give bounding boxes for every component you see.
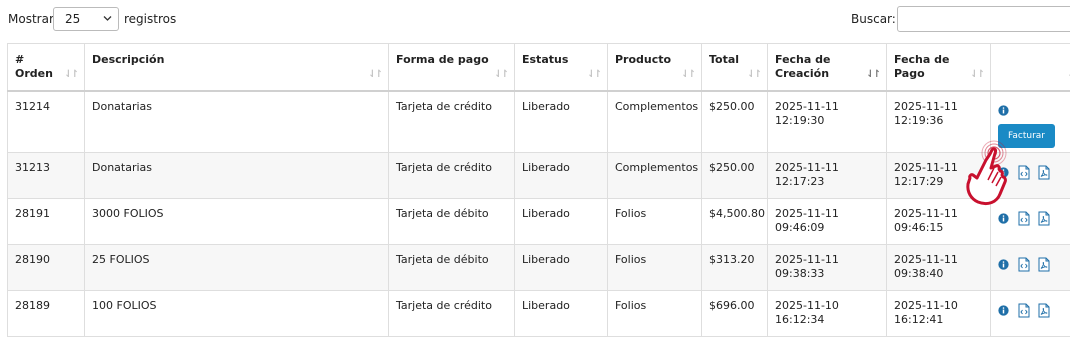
cell-fecha-creacion: 2025-11-11 09:38:33 bbox=[768, 245, 887, 291]
cell-fecha-creacion: 2025-11-11 12:17:23 bbox=[768, 153, 887, 199]
facturar-button[interactable]: Facturar bbox=[998, 124, 1055, 148]
pdf-file-icon[interactable] bbox=[1038, 165, 1050, 180]
sort-icon: ⇃↾ bbox=[681, 68, 694, 82]
info-circle-icon[interactable] bbox=[998, 213, 1009, 224]
cell-forma-pago: Tarjeta de débito bbox=[389, 199, 515, 245]
cell-estatus: Liberado bbox=[515, 91, 608, 153]
table-controls: Mostrar 25 registros Buscar: bbox=[0, 0, 1070, 40]
cell-descripcion: Donatarias bbox=[85, 153, 389, 199]
sort-icon: ⇃↾ bbox=[494, 68, 507, 82]
column-header-orden[interactable]: # Orden⇃↾ bbox=[8, 44, 85, 91]
info-circle-icon[interactable] bbox=[998, 259, 1009, 270]
cell-producto: Folios bbox=[608, 245, 702, 291]
cell-estatus: Liberado bbox=[515, 245, 608, 291]
cell-descripcion: 3000 FOLIOS bbox=[85, 199, 389, 245]
info-circle-icon[interactable] bbox=[998, 105, 1009, 116]
cell-total: $250.00 bbox=[702, 153, 768, 199]
pdf-file-icon[interactable] bbox=[1038, 257, 1050, 272]
column-header-descripcion[interactable]: Descripción⇃↾ bbox=[85, 44, 389, 91]
cell-total: $313.20 bbox=[702, 245, 768, 291]
cell-fecha-pago: 2025-11-11 12:17:29 bbox=[887, 153, 991, 199]
sort-icon: ⇃↾ bbox=[368, 68, 381, 82]
show-entries-label: Mostrar bbox=[8, 12, 54, 26]
cell-total: $4,500.80 bbox=[702, 199, 768, 245]
column-header-total[interactable]: Total⇃↾ bbox=[702, 44, 768, 91]
xml-file-icon[interactable] bbox=[1018, 257, 1030, 272]
sort-icon: ⇃↾ bbox=[970, 68, 983, 82]
info-circle-icon[interactable] bbox=[998, 167, 1009, 178]
pdf-file-icon[interactable] bbox=[1038, 303, 1050, 318]
table-row: 31213 Donatarias Tarjeta de crédito Libe… bbox=[8, 153, 1070, 199]
cell-fecha-creacion: 2025-11-11 12:19:30 bbox=[768, 91, 887, 153]
column-header-estatus[interactable]: Estatus⇃↾ bbox=[515, 44, 608, 91]
table-row: 28191 3000 FOLIOS Tarjeta de débito Libe… bbox=[8, 199, 1070, 245]
sort-icon: ⇃↾ bbox=[64, 68, 77, 82]
orders-table: # Orden⇃↾ Descripción⇃↾ Forma de pago⇃↾ … bbox=[7, 43, 1070, 337]
column-header-fecha-creacion[interactable]: Fecha de Creación⇃↾ bbox=[768, 44, 887, 91]
column-header-acciones[interactable]: ⇃↾ bbox=[991, 44, 1070, 91]
column-header-forma-pago[interactable]: Forma de pago⇃↾ bbox=[389, 44, 515, 91]
cell-fecha-pago: 2025-11-11 09:38:40 bbox=[887, 245, 991, 291]
sort-icon: ⇃↾ bbox=[747, 68, 760, 82]
xml-file-icon[interactable] bbox=[1018, 303, 1030, 318]
cell-estatus: Liberado bbox=[515, 153, 608, 199]
sort-icon: ⇃↾ bbox=[587, 68, 600, 82]
pdf-file-icon[interactable] bbox=[1038, 211, 1050, 226]
cell-forma-pago: Tarjeta de débito bbox=[389, 245, 515, 291]
cell-acciones bbox=[991, 199, 1070, 245]
cell-fecha-creacion: 2025-11-11 09:46:09 bbox=[768, 199, 887, 245]
chevron-down-icon bbox=[103, 15, 112, 22]
cell-estatus: Liberado bbox=[515, 199, 608, 245]
xml-file-icon[interactable] bbox=[1018, 165, 1030, 180]
cell-fecha-pago: 2025-11-11 09:46:15 bbox=[887, 199, 991, 245]
column-header-producto[interactable]: Producto⇃↾ bbox=[608, 44, 702, 91]
cell-fecha-pago: 2025-11-11 12:19:36 bbox=[887, 91, 991, 153]
cell-acciones bbox=[991, 153, 1070, 199]
cell-producto: Complementos bbox=[608, 91, 702, 153]
table-row: 31214 Donatarias Tarjeta de crédito Libe… bbox=[8, 91, 1070, 153]
search-label: Buscar: bbox=[851, 12, 896, 26]
cell-total: $250.00 bbox=[702, 91, 768, 153]
table-header-row: # Orden⇃↾ Descripción⇃↾ Forma de pago⇃↾ … bbox=[8, 44, 1070, 91]
page-size-select[interactable]: 25 bbox=[53, 7, 119, 31]
cell-acciones: Facturar bbox=[991, 91, 1070, 153]
cell-descripcion: 25 FOLIOS bbox=[85, 245, 389, 291]
cell-forma-pago: Tarjeta de crédito bbox=[389, 153, 515, 199]
cell-orden: 28190 bbox=[8, 245, 85, 291]
cell-orden: 31213 bbox=[8, 153, 85, 199]
sort-desc-icon: ⇃↾ bbox=[866, 68, 879, 82]
info-circle-icon[interactable] bbox=[998, 305, 1009, 316]
records-label: registros bbox=[124, 12, 176, 26]
table-row: 28190 25 FOLIOS Tarjeta de débito Libera… bbox=[8, 245, 1070, 291]
cell-descripcion: Donatarias bbox=[85, 91, 389, 153]
cell-producto: Complementos bbox=[608, 153, 702, 199]
xml-file-icon[interactable] bbox=[1018, 211, 1030, 226]
cell-orden: 31214 bbox=[8, 91, 85, 153]
cell-orden: 28191 bbox=[8, 199, 85, 245]
cell-forma-pago: Tarjeta de crédito bbox=[389, 91, 515, 153]
column-header-fecha-pago[interactable]: Fecha de Pago⇃↾ bbox=[887, 44, 991, 91]
cell-acciones bbox=[991, 245, 1070, 291]
page-size-value: 25 bbox=[65, 12, 80, 26]
search-input[interactable] bbox=[897, 6, 1070, 32]
cell-producto: Folios bbox=[608, 199, 702, 245]
